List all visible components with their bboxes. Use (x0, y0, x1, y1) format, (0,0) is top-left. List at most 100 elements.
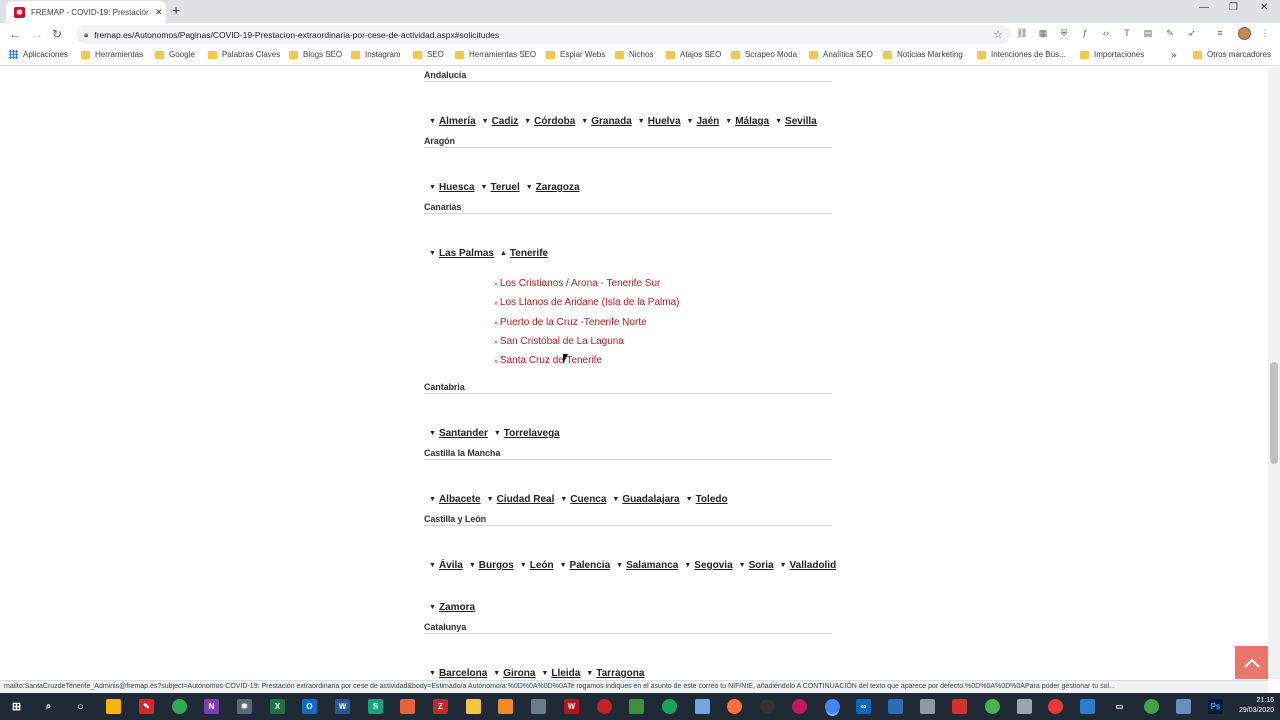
back-arrow-icon[interactable]: ← (9, 27, 21, 41)
filezilla-icon[interactable]: Z (433, 699, 448, 714)
province-link[interactable]: ▼ Valladolid (780, 560, 837, 571)
app-icon-blue[interactable] (695, 699, 710, 714)
app-icon-chrome3[interactable] (1144, 699, 1159, 714)
new-tab-button[interactable]: + (172, 2, 180, 18)
bookmark-folder[interactable]: Importaciones (1080, 50, 1144, 59)
app-icon-screen[interactable] (1176, 699, 1191, 714)
province-link[interactable]: ▼ Segovia (684, 560, 732, 571)
bookmark-folder[interactable]: SEO (413, 50, 444, 59)
app-icon-mail[interactable] (1080, 699, 1095, 714)
province-link[interactable]: ▼ Girona (493, 668, 535, 679)
province-link[interactable]: ▼ Córdoba (524, 116, 575, 127)
more-bookmarks-icon[interactable]: » (1171, 50, 1177, 61)
reading-list-icon[interactable]: ≡ (1214, 27, 1226, 39)
explorer-folder-icon[interactable] (466, 699, 481, 714)
office-link[interactable]: » Puerto de la Cruz -Tenerife Norte (494, 317, 647, 328)
extension-text-icon[interactable]: T (1121, 27, 1133, 39)
address-bar[interactable]: 🔒︎ fremap.es/Autonomos/Paginas/COVID-19-… (76, 25, 1011, 44)
province-link[interactable]: ▼ Ávila (429, 560, 463, 571)
province-link[interactable]: ▼ Cuenca (560, 494, 606, 505)
app-icon-monitor[interactable] (952, 699, 967, 714)
app-icon-keyboard[interactable] (1017, 699, 1032, 714)
extension-chart-icon[interactable]: ▦ (1037, 27, 1049, 39)
chrome-active-icon[interactable] (825, 699, 840, 714)
app-icon-tool[interactable]: ✱ (237, 699, 252, 714)
excel-icon[interactable]: X (270, 699, 285, 714)
extension-code-icon[interactable]: ‹› (1100, 27, 1112, 39)
bookmark-folder[interactable]: Noticias Marketing (883, 50, 963, 59)
extension-font-icon[interactable]: ƒ (1079, 27, 1091, 39)
app-icon-pink[interactable] (792, 699, 807, 714)
office-link[interactable]: » San Cristóbal de La Laguna (494, 336, 624, 347)
app-icon-infinity[interactable]: ∞ (856, 699, 871, 714)
province-link[interactable]: ▼ Zamora (429, 602, 475, 613)
bookmark-folder[interactable]: Atajos SEO (666, 50, 721, 59)
office-link[interactable]: » Santa Cruz de Tenerife (494, 355, 602, 366)
firefox-icon[interactable] (727, 699, 742, 714)
province-link[interactable]: ▼ Ciudad Real (487, 494, 555, 505)
profile-avatar[interactable] (1238, 27, 1251, 40)
province-link[interactable]: ▼ Toledo (686, 494, 728, 505)
province-link[interactable]: ▼ Albacete (429, 494, 481, 505)
forward-arrow-icon[interactable]: → (31, 27, 43, 41)
app-icon-dark[interactable] (760, 699, 775, 714)
bookmark-folder[interactable]: Instagram (351, 50, 401, 59)
app-icon-pdf[interactable]: ✎ (139, 699, 154, 714)
app-icon-orange[interactable] (400, 699, 415, 714)
office-link[interactable]: » Los Cristianos / Arona - Tenerife Sur (494, 278, 660, 289)
app-icon-doc[interactable] (629, 699, 644, 714)
province-link[interactable]: ▼ Salamanca (616, 560, 678, 571)
province-link[interactable]: ▼ Las Palmas (429, 248, 494, 259)
extension-pen-icon[interactable]: ✎ (1164, 27, 1176, 39)
word-icon[interactable]: W (335, 699, 350, 714)
system-clock[interactable]: 21:16 29/03/2020 (1239, 696, 1274, 716)
province-link[interactable]: ▼ Guadalajara (612, 494, 679, 505)
bookmark-folder[interactable]: Herramientas SEO (455, 50, 536, 59)
office-link[interactable]: » Los Llanos de Aridane (Isla de la Palma… (494, 297, 679, 308)
browser-tab[interactable]: ✱ FREMAP - COVID-19: Prestación extrao ✕ (6, 1, 166, 23)
minimize-window-icon[interactable]: — (1199, 2, 1209, 13)
extension-shield-icon[interactable]: ⛨ (1058, 27, 1070, 39)
province-link[interactable]: ▼ Granada (581, 116, 632, 127)
back-to-top-button[interactable] (1235, 646, 1268, 679)
bookmark-folder[interactable]: Palabras Claves (208, 50, 280, 59)
province-link[interactable]: ▼ Almería (429, 116, 476, 127)
app-icon-s[interactable]: S (368, 699, 383, 714)
province-link[interactable]: ▼ Huelva (638, 116, 681, 127)
bookmark-star-icon[interactable]: ☆ (993, 28, 1003, 41)
province-link-expanded[interactable]: ▲ Tenerife (500, 248, 548, 259)
chrome-green-icon[interactable] (662, 699, 677, 714)
province-link[interactable]: ▼ Palencia (560, 560, 611, 571)
windows-start-icon[interactable]: ⊞ (9, 699, 24, 714)
province-link[interactable]: ▼ Cadiz (482, 116, 519, 127)
extension-link-icon[interactable]: ⛓ (1016, 27, 1028, 39)
reload-icon[interactable]: ↻ (52, 27, 62, 41)
province-link[interactable]: ▼ León (520, 560, 554, 571)
notification-icon[interactable]: ▭ (1112, 699, 1127, 714)
bookmark-other-folder[interactable]: Otros marcadores (1193, 50, 1271, 59)
province-link[interactable]: ▼ Zaragoza (526, 182, 580, 193)
scrollbar-thumb[interactable] (1270, 362, 1278, 464)
photoshop-icon[interactable]: Ps (1208, 699, 1223, 714)
province-link[interactable]: ▼ Barcelona (429, 668, 487, 679)
extension-rocket-icon[interactable]: ➶ (1186, 27, 1198, 39)
app-icon-window[interactable] (920, 699, 935, 714)
app-icon-chrome2[interactable] (985, 699, 1000, 714)
province-link[interactable]: ▼ Sevilla (775, 116, 817, 127)
app-icon-cloud[interactable] (531, 699, 546, 714)
province-link[interactable]: ▼ Soria (739, 560, 774, 571)
onenote-icon[interactable]: N (204, 699, 219, 714)
chrome-icon[interactable] (172, 699, 187, 714)
province-link[interactable]: ▼ Lleida (541, 668, 580, 679)
bookmark-folder[interactable]: Herramientas (81, 50, 143, 59)
cortana-icon[interactable]: ○ (73, 699, 88, 714)
bookmark-folder[interactable]: Espiar Webs (546, 50, 605, 59)
bookmark-folder[interactable]: Scrapeo Moda (731, 50, 797, 59)
province-link[interactable]: ▼ Teruel (481, 182, 520, 193)
bookmark-folder[interactable]: Intenciones de Bús... (977, 50, 1066, 59)
close-window-icon[interactable]: ✕ (1260, 2, 1268, 13)
search-icon[interactable]: ⌕ (41, 699, 56, 714)
bookmark-folder[interactable]: Nichos (615, 50, 653, 59)
province-link[interactable]: ▼ Santander (429, 428, 488, 439)
opera-icon[interactable] (1048, 699, 1063, 714)
